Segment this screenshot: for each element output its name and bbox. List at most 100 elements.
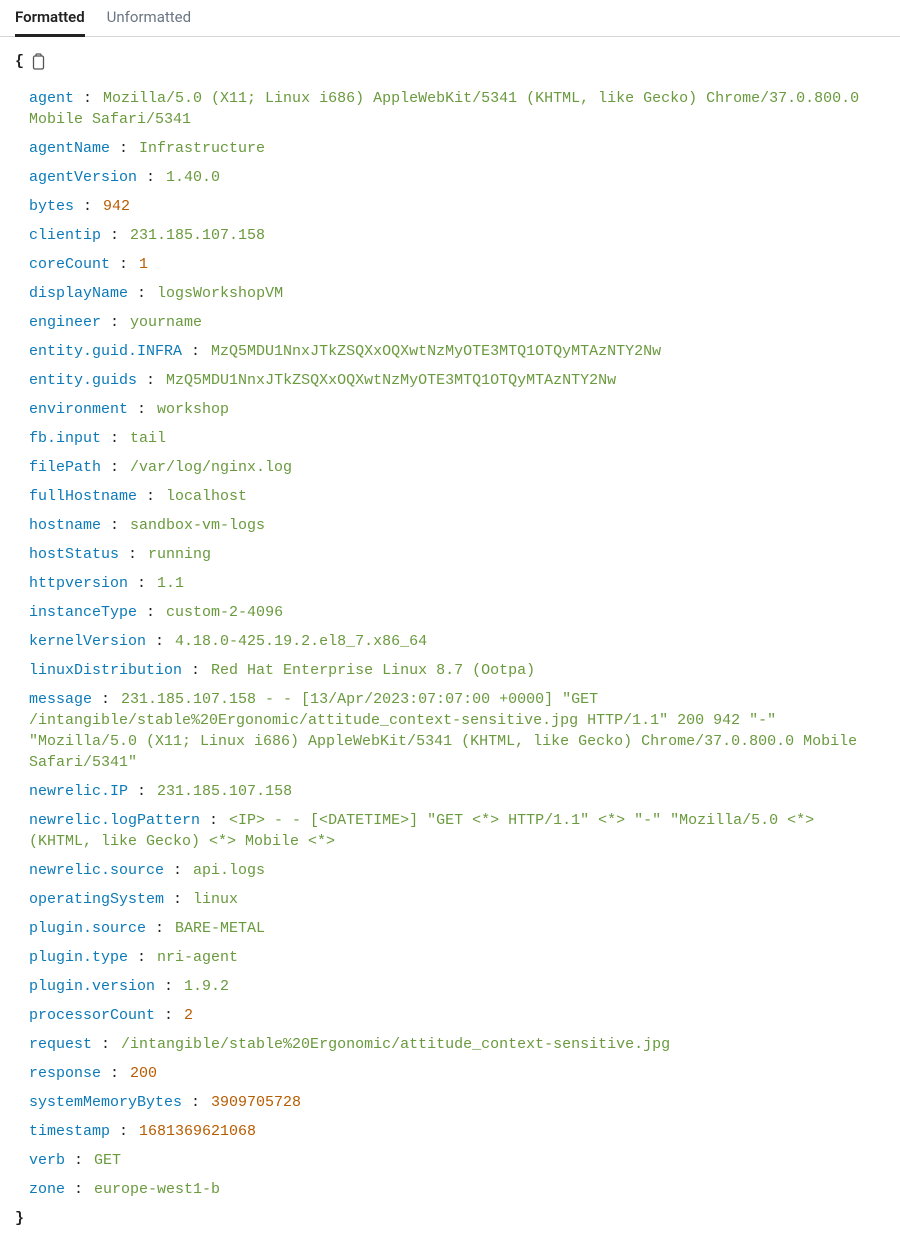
kv-row: plugin.source : BARE-METAL (29, 914, 885, 943)
attr-key[interactable]: fb.input (29, 430, 101, 447)
attr-key[interactable]: operatingSystem (29, 891, 164, 908)
attr-key[interactable]: plugin.source (29, 920, 146, 937)
attr-key[interactable]: plugin.type (29, 949, 128, 966)
attr-key[interactable]: systemMemoryBytes (29, 1094, 182, 1111)
attr-value[interactable]: 1.1 (157, 575, 184, 592)
kv-row: bytes : 942 (29, 192, 885, 221)
colon: : (200, 812, 227, 829)
kv-row: hostStatus : running (29, 540, 885, 569)
attr-value[interactable]: workshop (157, 401, 229, 418)
attr-key[interactable]: displayName (29, 285, 128, 302)
attr-value[interactable]: running (148, 546, 211, 563)
tab-unformatted[interactable]: Unformatted (107, 0, 191, 37)
kv-row: clientip : 231.185.107.158 (29, 221, 885, 250)
attr-key[interactable]: hostStatus (29, 546, 119, 563)
attr-key[interactable]: entity.guids (29, 372, 137, 389)
attr-key[interactable]: kernelVersion (29, 633, 146, 650)
attr-key[interactable]: zone (29, 1181, 65, 1198)
colon: : (110, 1123, 137, 1140)
attr-value[interactable]: europe-west1-b (94, 1181, 220, 1198)
attr-key[interactable]: newrelic.source (29, 862, 164, 879)
attr-key[interactable]: engineer (29, 314, 101, 331)
kv-row: response : 200 (29, 1059, 885, 1088)
kv-row: plugin.type : nri-agent (29, 943, 885, 972)
attr-value[interactable]: linux (193, 891, 238, 908)
attr-key[interactable]: agent (29, 90, 74, 107)
attr-key[interactable]: instanceType (29, 604, 137, 621)
attr-key[interactable]: bytes (29, 198, 74, 215)
attr-key[interactable]: fullHostname (29, 488, 137, 505)
attr-value[interactable]: Red Hat Enterprise Linux 8.7 (Ootpa) (211, 662, 535, 679)
attr-key[interactable]: entity.guid.INFRA (29, 343, 182, 360)
kv-row: displayName : logsWorkshopVM (29, 279, 885, 308)
kv-row: httpversion : 1.1 (29, 569, 885, 598)
attr-key[interactable]: response (29, 1065, 101, 1082)
kv-row: request : /intangible/stable%20Ergonomic… (29, 1030, 885, 1059)
attr-value[interactable]: 2 (184, 1007, 193, 1024)
attr-key[interactable]: linuxDistribution (29, 662, 182, 679)
attr-key[interactable]: agentVersion (29, 169, 137, 186)
attr-value[interactable]: custom-2-4096 (166, 604, 283, 621)
kv-row: environment : workshop (29, 395, 885, 424)
attr-key[interactable]: request (29, 1036, 92, 1053)
attr-value[interactable]: 1681369621068 (139, 1123, 256, 1140)
tab-formatted[interactable]: Formatted (15, 0, 85, 37)
attr-value[interactable]: 1.40.0 (166, 169, 220, 186)
attr-value[interactable]: /var/log/nginx.log (130, 459, 292, 476)
attr-value[interactable]: 1 (139, 256, 148, 273)
attr-value[interactable]: GET (94, 1152, 121, 1169)
attr-key[interactable]: newrelic.logPattern (29, 812, 200, 829)
colon: : (137, 604, 164, 621)
attr-key[interactable]: coreCount (29, 256, 110, 273)
attr-key[interactable]: hostname (29, 517, 101, 534)
attr-value[interactable]: sandbox-vm-logs (130, 517, 265, 534)
attr-value[interactable]: 1.9.2 (184, 978, 229, 995)
attr-key[interactable]: agentName (29, 140, 110, 157)
attr-key[interactable]: filePath (29, 459, 101, 476)
attr-key[interactable]: message (29, 691, 92, 708)
attr-key[interactable]: environment (29, 401, 128, 418)
kv-row: newrelic.source : api.logs (29, 856, 885, 885)
attr-value[interactable]: localhost (166, 488, 247, 505)
colon: : (128, 401, 155, 418)
attr-key[interactable]: httpversion (29, 575, 128, 592)
attr-value[interactable]: 3909705728 (211, 1094, 301, 1111)
attr-value[interactable]: nri-agent (157, 949, 238, 966)
attr-key[interactable]: timestamp (29, 1123, 110, 1140)
attr-value[interactable]: MzQ5MDU1NnxJTkZSQXxOQXwtNzMyOTE3MTQ1OTQy… (211, 343, 661, 360)
attr-key[interactable]: plugin.version (29, 978, 155, 995)
attr-value[interactable]: BARE-METAL (175, 920, 265, 937)
kv-row: systemMemoryBytes : 3909705728 (29, 1088, 885, 1117)
attr-value[interactable]: Infrastructure (139, 140, 265, 157)
attr-key[interactable]: clientip (29, 227, 101, 244)
kv-row: agent : Mozilla/5.0 (X11; Linux i686) Ap… (29, 84, 885, 134)
attr-key[interactable]: processorCount (29, 1007, 155, 1024)
colon: : (128, 949, 155, 966)
attr-value[interactable]: 231.185.107.158 (157, 783, 292, 800)
key-value-list: agent : Mozilla/5.0 (X11; Linux i686) Ap… (15, 72, 885, 1204)
json-viewer: { agent : Mozilla/5.0 (X11; Linux i686) … (0, 37, 900, 1249)
attr-key[interactable]: newrelic.IP (29, 783, 128, 800)
colon: : (182, 343, 209, 360)
attr-value[interactable]: 4.18.0-425.19.2.el8_7.x86_64 (175, 633, 427, 650)
colon: : (101, 517, 128, 534)
clipboard-icon[interactable] (30, 53, 46, 71)
attr-value[interactable]: logsWorkshopVM (157, 285, 283, 302)
attr-value[interactable]: 231.185.107.158 (130, 227, 265, 244)
attr-value[interactable]: 231.185.107.158 - - [13/Apr/2023:07:07:0… (29, 691, 857, 771)
kv-row: newrelic.IP : 231.185.107.158 (29, 777, 885, 806)
colon: : (110, 256, 137, 273)
attr-value[interactable]: yourname (130, 314, 202, 331)
attr-value[interactable]: Mozilla/5.0 (X11; Linux i686) AppleWebKi… (29, 90, 859, 128)
attr-key[interactable]: verb (29, 1152, 65, 1169)
kv-row: message : 231.185.107.158 - - [13/Apr/20… (29, 685, 885, 777)
attr-value[interactable]: tail (130, 430, 166, 447)
attr-value[interactable]: 200 (130, 1065, 157, 1082)
colon: : (92, 1036, 119, 1053)
attr-value[interactable]: /intangible/stable%20Ergonomic/attitude_… (121, 1036, 670, 1053)
attr-value[interactable]: MzQ5MDU1NnxJTkZSQXxOQXwtNzMyOTE3MTQ1OTQy… (166, 372, 616, 389)
kv-row: plugin.version : 1.9.2 (29, 972, 885, 1001)
kv-row: hostname : sandbox-vm-logs (29, 511, 885, 540)
attr-value[interactable]: 942 (103, 198, 130, 215)
attr-value[interactable]: api.logs (193, 862, 265, 879)
